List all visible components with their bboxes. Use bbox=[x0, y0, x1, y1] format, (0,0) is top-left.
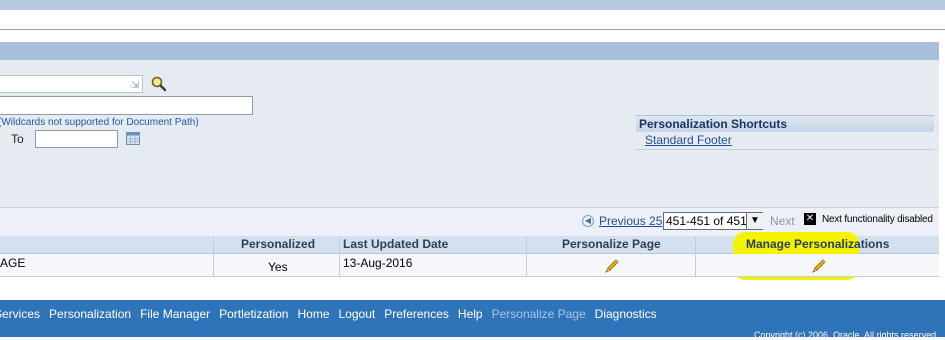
shortcuts-title: Personalization Shortcuts bbox=[636, 115, 934, 132]
column-header-personalize-page: Personalize Page bbox=[562, 237, 661, 251]
page-edge bbox=[939, 42, 945, 295]
footer-link-home[interactable]: Home bbox=[297, 307, 329, 321]
document-path-input[interactable] bbox=[0, 96, 253, 115]
to-date-input[interactable] bbox=[35, 130, 118, 148]
copyright: Copyright (c) 2006, Oracle. All rights r… bbox=[754, 330, 939, 340]
footer-link-logout[interactable]: Logout bbox=[339, 307, 376, 321]
table-row bbox=[0, 254, 945, 277]
footer-link-personalization[interactable]: Personalization bbox=[49, 307, 131, 321]
wildcard-hint: (Wildcards not supported for Document Pa… bbox=[0, 117, 199, 128]
search-icon[interactable] bbox=[150, 75, 168, 93]
next-disabled-icon: ✕ bbox=[804, 213, 816, 225]
previous-arrow-icon[interactable]: ◀ bbox=[582, 215, 594, 227]
column-divider bbox=[339, 236, 340, 277]
column-divider bbox=[526, 236, 527, 277]
lov-input[interactable] bbox=[0, 75, 143, 93]
footer-link-services[interactable]: Services bbox=[0, 307, 40, 321]
next-disabled-message: Next functionality disabled bbox=[822, 214, 933, 225]
divider bbox=[0, 29, 945, 30]
column-divider bbox=[213, 236, 214, 277]
column-header-personalized: Personalized bbox=[241, 237, 316, 251]
footer-links: Services Personalization File Manager Po… bbox=[0, 307, 657, 321]
divider bbox=[636, 149, 934, 150]
resize-handle-icon: ⇲ bbox=[131, 80, 140, 91]
column-header-last-updated: Last Updated Date bbox=[343, 237, 449, 251]
column-divider bbox=[695, 236, 696, 277]
section-header bbox=[0, 42, 945, 60]
to-date-label: To bbox=[11, 132, 24, 146]
footer-link-diagnostics[interactable]: Diagnostics bbox=[595, 307, 657, 321]
column-header-manage-personalizations: Manage Personalizations bbox=[746, 237, 890, 251]
pencil-icon[interactable] bbox=[811, 258, 827, 274]
dropdown-arrow-icon[interactable]: ▼ bbox=[746, 213, 763, 229]
footer-link-preferences[interactable]: Preferences bbox=[384, 307, 449, 321]
top-banner bbox=[0, 0, 945, 10]
previous-link[interactable]: Previous 25 bbox=[599, 214, 662, 228]
row-personalized-cell: Yes bbox=[268, 260, 288, 274]
next-link: Next bbox=[770, 214, 795, 228]
footer-link-help[interactable]: Help bbox=[458, 307, 483, 321]
footer-link-portletization[interactable]: Portletization bbox=[219, 307, 288, 321]
calendar-icon[interactable] bbox=[126, 131, 140, 145]
pencil-icon[interactable] bbox=[604, 258, 620, 274]
row-name-cell: AGE bbox=[0, 256, 26, 270]
footer-link-personalize-page: Personalize Page bbox=[491, 307, 586, 321]
standard-footer-link[interactable]: Standard Footer bbox=[645, 133, 732, 147]
footer-link-file-manager[interactable]: File Manager bbox=[140, 307, 210, 321]
row-last-updated-cell: 13-Aug-2016 bbox=[343, 256, 413, 270]
